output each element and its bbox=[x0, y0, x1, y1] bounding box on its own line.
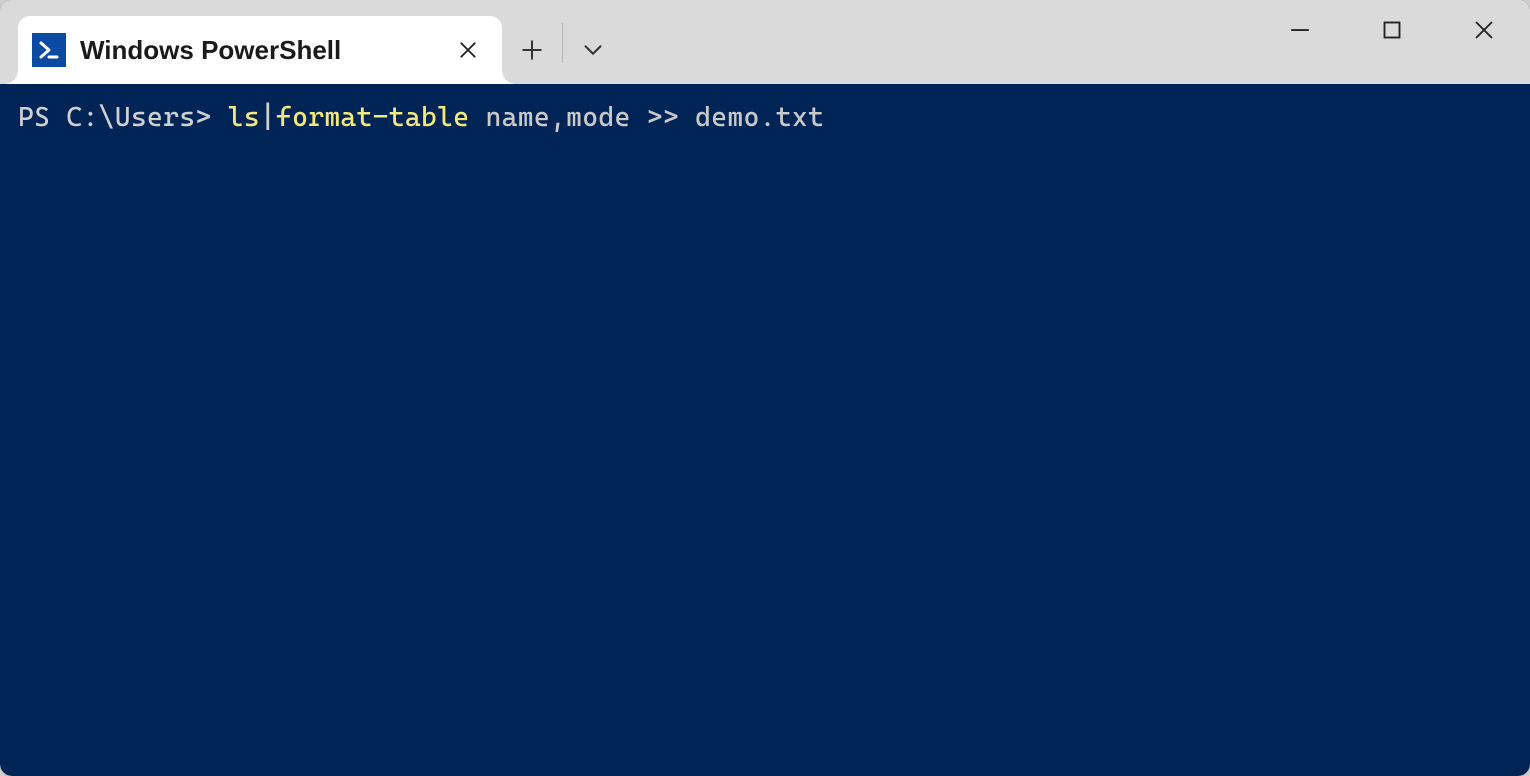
close-window-button[interactable] bbox=[1438, 0, 1530, 60]
tab-title: Windows PowerShell bbox=[80, 35, 448, 66]
tab-powershell[interactable]: Windows PowerShell bbox=[18, 16, 502, 84]
redirect-operator: >> bbox=[647, 102, 679, 133]
prompt-text: PS C:\Users> bbox=[18, 102, 228, 133]
terminal-output[interactable]: PS C:\Users> ls|format-table name,mode >… bbox=[0, 84, 1530, 776]
command-format-table: format-table bbox=[276, 102, 469, 133]
tab-close-button[interactable] bbox=[448, 30, 488, 70]
tab-strip: Windows PowerShell bbox=[0, 16, 623, 84]
title-bar[interactable]: Windows PowerShell bbox=[0, 0, 1530, 84]
powershell-icon bbox=[32, 33, 66, 67]
minimize-button[interactable] bbox=[1254, 0, 1346, 60]
space bbox=[679, 102, 695, 133]
output-file: demo.txt bbox=[695, 102, 824, 133]
space bbox=[469, 102, 485, 133]
maximize-button[interactable] bbox=[1346, 0, 1438, 60]
argument-mode: mode bbox=[566, 102, 630, 133]
space bbox=[631, 102, 647, 133]
window-controls bbox=[1254, 0, 1530, 60]
comma: , bbox=[550, 102, 566, 133]
command-ls: ls bbox=[228, 102, 260, 133]
argument-name: name bbox=[486, 102, 550, 133]
pipe-operator: | bbox=[260, 102, 276, 133]
tab-dropdown-button[interactable] bbox=[563, 16, 623, 84]
powershell-window: Windows PowerShell PS bbox=[0, 0, 1530, 776]
